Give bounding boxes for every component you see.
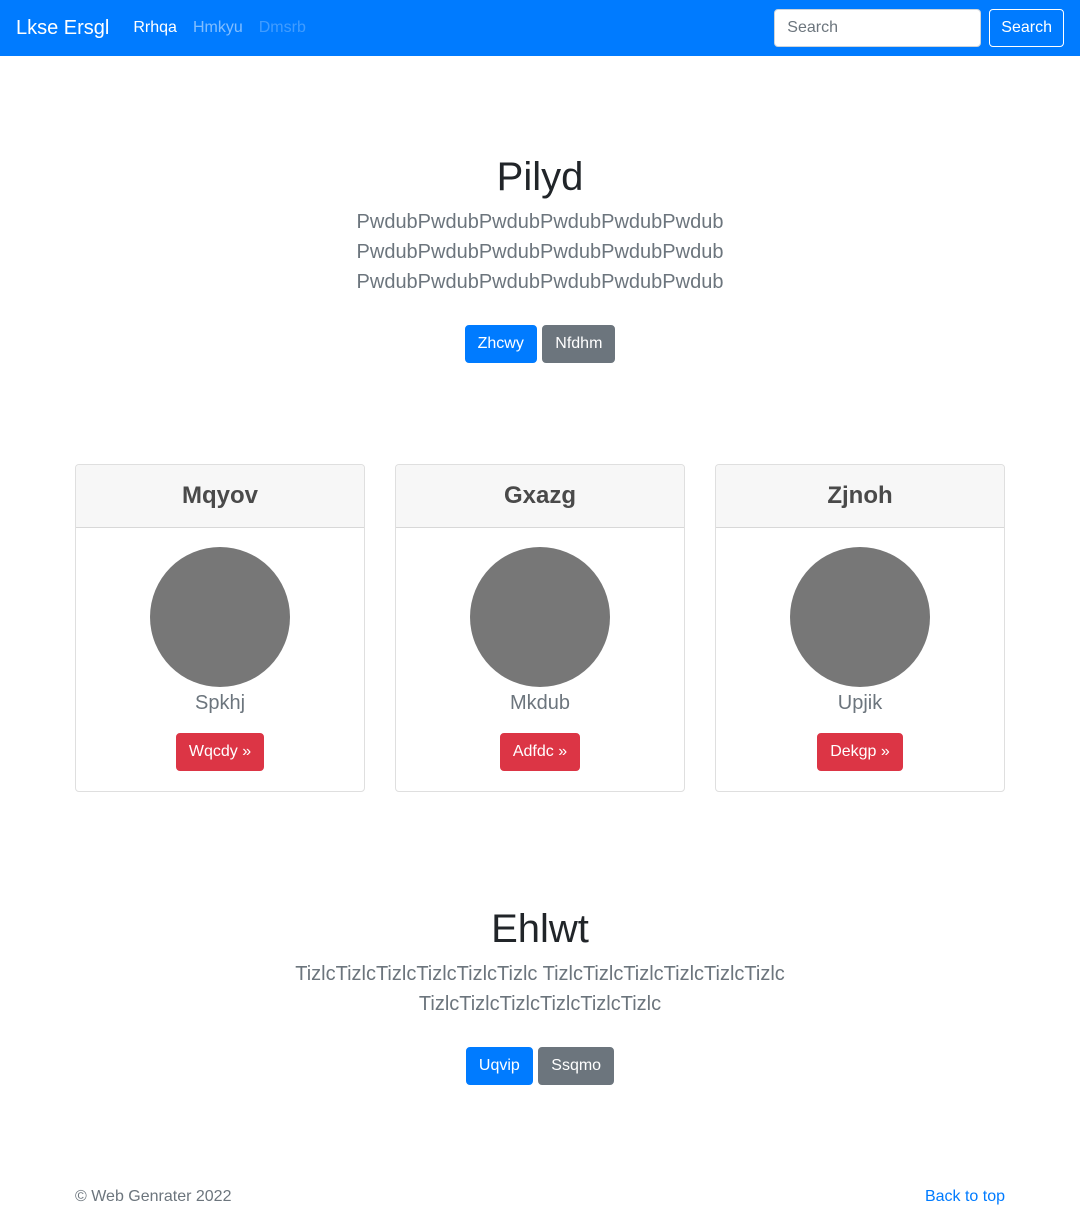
footer-copyright: © Web Genrater 2022	[75, 1188, 232, 1205]
card-name: Spkhj	[194, 692, 246, 714]
section-title: Ehlwt	[491, 907, 589, 951]
card-title: Gxazg	[396, 465, 684, 528]
search-button[interactable]: Search	[989, 9, 1064, 47]
card-button-wqcdy[interactable]: Wqcdy »	[175, 733, 265, 771]
search-form: Search	[774, 9, 1064, 47]
back-to-top-link[interactable]: Back to top	[925, 1188, 1005, 1206]
search-input[interactable]	[774, 9, 982, 47]
avatar	[470, 547, 610, 687]
nav-link-hmkyu[interactable]: Hmkyu	[193, 19, 243, 37]
hero-section: Pilyd PwdubPwdubPwdubPwdubPwdubPwdub Pwd…	[0, 153, 1080, 363]
hero-text-line-3: PwdubPwdubPwdubPwdubPwdubPwdub	[356, 271, 724, 293]
nav-links: Rrhqa Hmkyu Dmsrb	[133, 19, 321, 37]
top-navbar: Lkse Ersgl Rrhqa Hmkyu Dmsrb Search	[0, 0, 1080, 56]
section-text-line-1: TizlcTizlcTizlcTizlcTizlcTizlc TizlcTizl…	[295, 963, 785, 985]
card-name: Mkdub	[509, 692, 571, 714]
navbar-brand[interactable]: Lkse Ersgl	[16, 17, 109, 40]
card-title: Zjnoh	[716, 465, 1004, 528]
card-gxazg: Gxazg Mkdub Adfdc »	[395, 464, 685, 792]
second-section: Ehlwt TizlcTizlcTizlcTizlcTizlcTizlc Tiz…	[0, 905, 1080, 1085]
card-name: Upjik	[837, 692, 883, 714]
section-primary-button[interactable]: Uqvip	[465, 1047, 533, 1085]
hero-text-line-1: PwdubPwdubPwdubPwdubPwdubPwdub	[356, 211, 724, 233]
section-text-line-2: TizlcTizlcTizlcTizlcTizlcTizlc	[418, 993, 662, 1015]
avatar	[790, 547, 930, 687]
card-button-adfdc[interactable]: Adfdc »	[499, 733, 581, 771]
nav-link-rrhqa[interactable]: Rrhqa	[133, 19, 177, 37]
section-secondary-button[interactable]: Ssqmo	[538, 1047, 615, 1085]
nav-link-dmsrb: Dmsrb	[258, 19, 306, 36]
card-mqyov: Mqyov Spkhj Wqcdy »	[75, 464, 365, 792]
hero-secondary-button[interactable]: Nfdhm	[542, 325, 616, 363]
card-button-dekgp[interactable]: Dekgp »	[817, 733, 903, 771]
hero-primary-button[interactable]: Zhcwy	[464, 325, 537, 363]
avatar	[150, 547, 290, 687]
card-zjnoh: Zjnoh Upjik Dekgp »	[715, 464, 1005, 792]
hero-title: Pilyd	[496, 155, 584, 199]
card-title: Mqyov	[76, 465, 364, 528]
hero-text-line-2: PwdubPwdubPwdubPwdubPwdubPwdub	[356, 241, 724, 263]
